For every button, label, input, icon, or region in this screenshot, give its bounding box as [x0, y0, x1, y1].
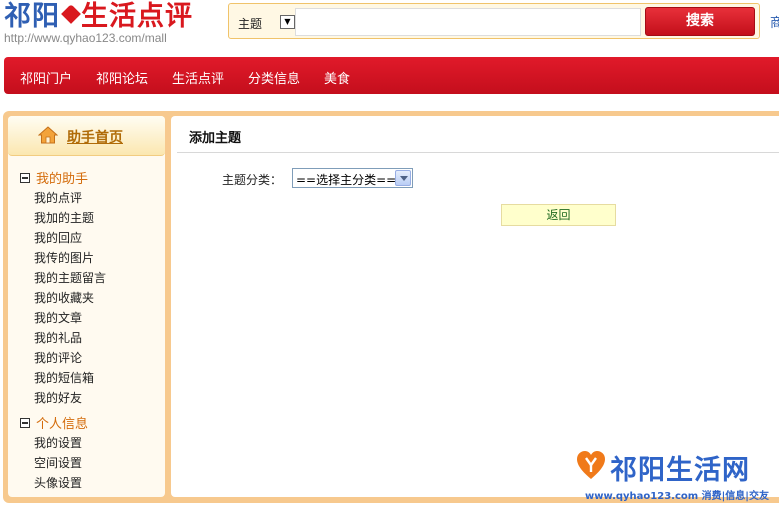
- sidebar-group-my-assistant[interactable]: 我的助手: [20, 168, 88, 187]
- nav-item-classifieds[interactable]: 分类信息: [248, 68, 300, 87]
- sidebar-item-my-inbox[interactable]: 我的短信箱: [34, 369, 94, 386]
- search-button[interactable]: 搜索: [645, 7, 755, 36]
- site-header: 祁阳 生活点评 http://www.qyhao123.com/mall 主题 ▼…: [0, 0, 779, 56]
- home-icon: [38, 126, 58, 144]
- sidebar-item-my-replies[interactable]: 我的回应: [34, 229, 82, 246]
- sidebar-item-my-messages[interactable]: 我的主题留言: [34, 269, 106, 286]
- search-category-value: 主题: [238, 17, 263, 31]
- search-input[interactable]: [295, 8, 641, 36]
- sidebar-item-avatar-settings[interactable]: 头像设置: [34, 474, 82, 491]
- assistant-home-link[interactable]: 助手首页: [67, 127, 123, 147]
- sidebar-item-my-gifts[interactable]: 我的礼品: [34, 329, 82, 346]
- header-link-partial[interactable]: 商: [770, 12, 779, 31]
- heart-icon: [61, 4, 81, 24]
- page-title: 添加主题: [189, 131, 242, 146]
- chevron-down-icon[interactable]: ▼: [280, 15, 295, 29]
- main-panel: 添加主题 主题分类： ==选择主分类== 返回: [171, 116, 779, 497]
- logo-product: 生活点评: [81, 1, 193, 32]
- brand-name: 祁阳生活网: [610, 455, 750, 486]
- sidebar-group-personal-info[interactable]: 个人信息: [20, 413, 88, 432]
- sidebar-item-my-articles[interactable]: 我的文章: [34, 309, 82, 326]
- nav-item-reviews[interactable]: 生活点评: [172, 68, 224, 87]
- search-bar: 主题 ▼ 搜索: [228, 3, 760, 39]
- sidebar-item-space-settings[interactable]: 空间设置: [34, 454, 82, 471]
- sidebar-item-my-reviews[interactable]: 我的点评: [34, 189, 82, 206]
- sidebar-item-my-favorites[interactable]: 我的收藏夹: [34, 289, 94, 306]
- category-select[interactable]: ==选择主分类==: [292, 168, 413, 188]
- search-category-select[interactable]: 主题 ▼: [234, 9, 295, 35]
- logo-city: 祁阳: [4, 1, 60, 32]
- brand-tagline: www.qyhao123.com 消费|信息|交友: [585, 491, 769, 502]
- sidebar-item-my-comments[interactable]: 我的评论: [34, 349, 82, 366]
- sidebar: 助手首页 我的助手 我的点评 我加的主题 我的回应 我传的图片 我的主题留言 我…: [8, 116, 165, 497]
- nav-item-portal[interactable]: 祁阳门户: [20, 68, 72, 87]
- sidebar-item-my-pictures[interactable]: 我传的图片: [34, 249, 94, 266]
- nav-item-forum[interactable]: 祁阳论坛: [96, 68, 148, 87]
- sidebar-item-my-topics[interactable]: 我加的主题: [34, 209, 94, 226]
- sidebar-item-my-friends[interactable]: 我的好友: [34, 389, 82, 406]
- sidebar-item-my-settings[interactable]: 我的设置: [34, 434, 82, 451]
- group-title: 我的助手: [36, 172, 89, 187]
- group-title: 个人信息: [36, 417, 89, 432]
- main-nav: 祁阳门户 祁阳论坛 生活点评 分类信息 美食: [4, 57, 779, 94]
- logo-url: http://www.qyhao123.com/mall: [4, 31, 167, 45]
- collapse-icon[interactable]: [20, 418, 30, 428]
- sidebar-header: 助手首页: [8, 116, 165, 156]
- nav-item-food[interactable]: 美食: [324, 68, 350, 87]
- logo-title: 祁阳 生活点评: [4, 2, 193, 32]
- brand-watermark: 祁阳生活网 www.qyhao123.com 消费|信息|交友: [577, 451, 779, 503]
- heart-logo-icon: [577, 451, 605, 479]
- site-logo[interactable]: 祁阳 生活点评 http://www.qyhao123.com/mall: [4, 2, 214, 46]
- chevron-down-icon[interactable]: [395, 170, 411, 186]
- category-label: 主题分类：: [222, 173, 283, 187]
- category-select-value: ==选择主分类==: [296, 173, 397, 187]
- divider: [177, 152, 779, 153]
- collapse-icon[interactable]: [20, 173, 30, 183]
- back-button[interactable]: 返回: [501, 204, 616, 226]
